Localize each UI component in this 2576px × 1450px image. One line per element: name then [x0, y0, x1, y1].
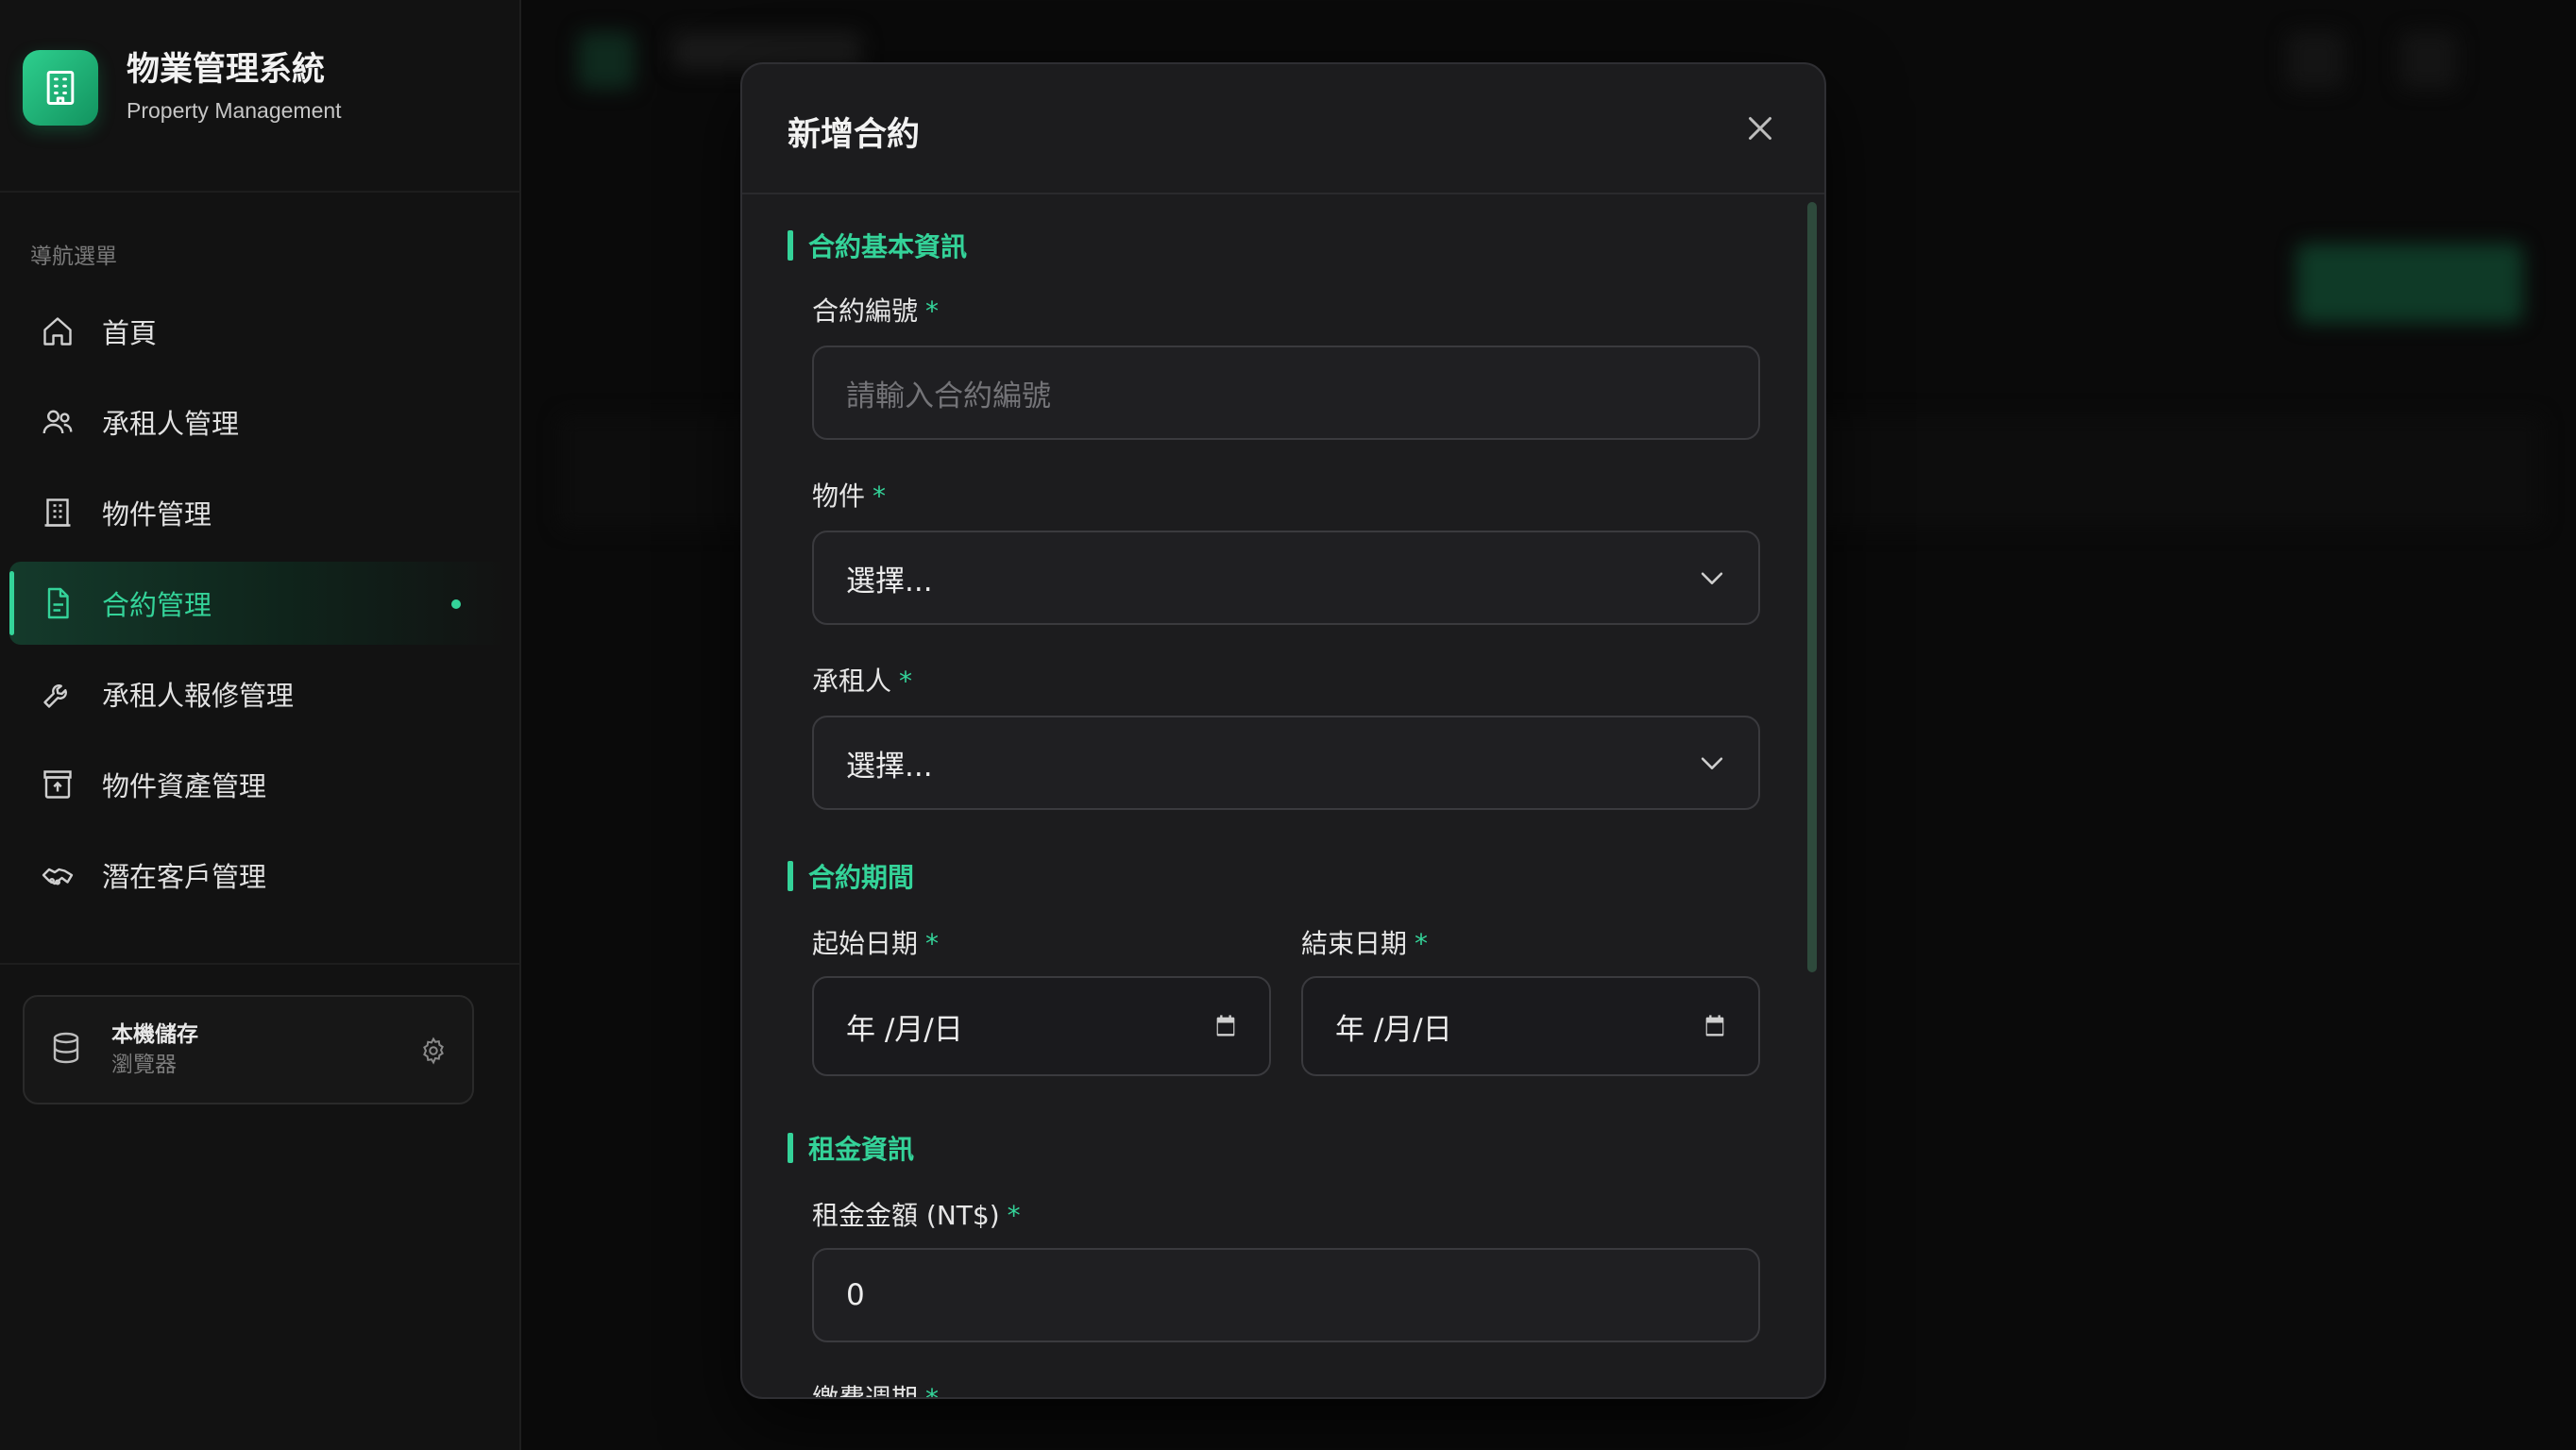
divider [0, 963, 519, 965]
database-icon [49, 1029, 83, 1071]
sidebar-item-label: 承租人報修管理 [102, 680, 295, 712]
sidebar-item-label: 承租人管理 [102, 408, 240, 440]
add-contract-dialog: 新增合約 合約基本資訊 合約編號 * 請輸入合約編號 物件 * 選擇... 承租人 *… [740, 62, 1826, 1399]
sidebar-item-assets[interactable]: 物件資產管理 [9, 743, 510, 826]
rent-amount-label: 租金金額 (NT$) * [812, 1195, 1021, 1233]
end-date-label: 結束日期 * [1301, 923, 1428, 961]
nav-heading: 導航選單 [30, 244, 117, 269]
archive-icon [40, 767, 76, 802]
required-asterisk: * [925, 1383, 940, 1399]
sidebar-item-properties[interactable]: 物件管理 [9, 471, 510, 554]
label-text: 物件 [812, 481, 866, 512]
sidebar-item-label: 合約管理 [102, 589, 212, 621]
dialog-divider [742, 193, 1824, 194]
calendar-icon[interactable] [1702, 1013, 1728, 1039]
sidebar-item-contracts[interactable]: 合約管理 [9, 562, 510, 645]
required-asterisk: * [1415, 928, 1429, 959]
sidebar-item-prospects[interactable]: 潛在客戶管理 [9, 834, 510, 917]
section-accent-bar [788, 1133, 793, 1163]
label-text: 結束日期 [1301, 928, 1408, 959]
tenant-label: 承租人 * [812, 661, 912, 699]
primary-button-placeholder [2296, 244, 2523, 323]
storage-card: 本機儲存 瀏覽器 [23, 995, 474, 1104]
date-value: 年 /月/日 [1335, 1012, 1452, 1047]
section-accent-bar [788, 861, 793, 891]
close-icon[interactable] [1743, 111, 1777, 145]
end-date-input[interactable]: 年 /月/日 [1301, 976, 1760, 1076]
page-icon-placeholder [578, 32, 635, 89]
sidebar-item-label: 物件管理 [102, 498, 212, 531]
sidebar-item-tenants[interactable]: 承租人管理 [9, 380, 510, 464]
app-title: 物業管理系統 [127, 51, 326, 89]
building-logo-icon [23, 50, 98, 126]
rent-amount-input[interactable]: 0 [812, 1248, 1760, 1342]
section-accent-bar [788, 230, 793, 261]
dialog-title: 新增合約 [788, 116, 921, 154]
sidebar-item-home[interactable]: 首頁 [9, 290, 510, 373]
payment-cycle-label: 繳費週期 * [812, 1378, 940, 1399]
required-asterisk: * [925, 295, 940, 327]
chevron-down-icon [1696, 562, 1728, 594]
wrench-icon [40, 676, 76, 712]
property-select[interactable]: 選擇... [812, 531, 1760, 625]
tenant-select[interactable]: 選擇... [812, 716, 1760, 810]
required-asterisk: * [899, 666, 913, 697]
section-title: 租金資訊 [808, 1134, 915, 1165]
active-indicator-dot [451, 599, 461, 609]
section-title: 合約期間 [808, 862, 915, 893]
select-value: 選擇... [846, 749, 933, 784]
label-text: 合約編號 [812, 295, 919, 327]
document-icon [40, 585, 76, 621]
sidebar-item-label: 潛在客戶管理 [102, 861, 267, 893]
brand: 物業管理系統 Property Management [23, 49, 342, 126]
storage-title: 本機儲存 [111, 1022, 198, 1047]
sidebar-item-label: 物件資產管理 [102, 770, 267, 802]
start-date-label: 起始日期 * [812, 923, 939, 961]
start-date-input[interactable]: 年 /月/日 [812, 976, 1271, 1076]
divider [0, 191, 519, 193]
contract-number-label: 合約編號 * [812, 291, 939, 329]
chevron-down-icon [1696, 747, 1728, 779]
required-asterisk: * [873, 481, 887, 512]
select-value: 選擇... [846, 564, 933, 599]
home-icon [40, 313, 76, 349]
dialog-scrollbar[interactable] [1807, 202, 1817, 972]
label-text: 繳費週期 [812, 1383, 919, 1399]
storage-subtitle: 瀏覽器 [111, 1053, 177, 1077]
header-action-placeholder [2287, 32, 2344, 89]
required-asterisk: * [1007, 1200, 1021, 1231]
gear-icon[interactable] [419, 1037, 448, 1069]
sidebar: 物業管理系統 Property Management 導航選單 首頁 承租人管理… [0, 0, 521, 1450]
section-rent-info: 租金資訊 [788, 1129, 914, 1167]
sidebar-item-repairs[interactable]: 承租人報修管理 [9, 652, 510, 735]
label-text: 租金金額 (NT$) [812, 1200, 1000, 1231]
app-subtitle: Property Management [127, 98, 342, 123]
required-asterisk: * [925, 928, 940, 959]
property-label: 物件 * [812, 476, 886, 514]
building-icon [40, 495, 76, 531]
nav-menu: 首頁 承租人管理 物件管理 合約管理 承租人報修管理 物件資產管理 潛在客戶管理 [9, 290, 510, 924]
sidebar-item-label: 首頁 [102, 317, 158, 349]
date-value: 年 /月/日 [846, 1012, 963, 1047]
section-contract-period: 合約期間 [788, 857, 914, 895]
label-text: 承租人 [812, 666, 892, 697]
section-basic-info: 合約基本資訊 [788, 227, 967, 264]
users-icon [40, 404, 76, 440]
label-text: 起始日期 [812, 928, 919, 959]
handshake-icon [40, 857, 76, 893]
section-title: 合約基本資訊 [808, 231, 968, 262]
header-action-placeholder [2400, 32, 2457, 89]
contract-number-input[interactable]: 請輸入合約編號 [812, 346, 1760, 440]
calendar-icon[interactable] [1212, 1013, 1239, 1039]
